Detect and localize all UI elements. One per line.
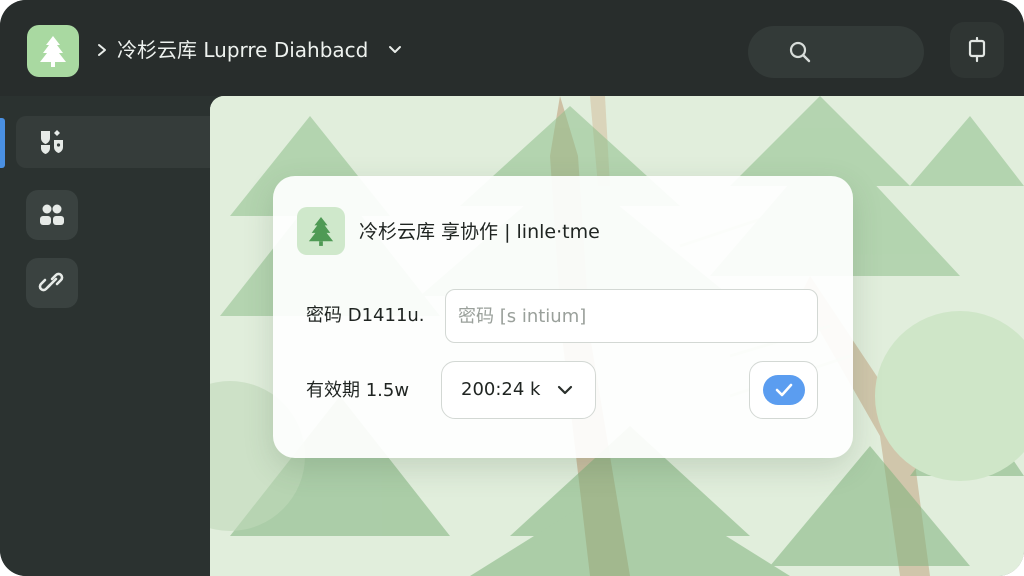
confirm-button[interactable] [749,361,818,419]
link-icon [38,272,64,292]
shield-grid-icon [41,130,63,154]
device-button[interactable] [950,22,1004,78]
sidebar-item-users[interactable] [26,190,78,240]
sidebar-active-indicator [0,118,5,168]
sidebar [0,96,210,576]
sidebar-item-security[interactable] [26,117,78,167]
title-dropdown-icon[interactable] [386,40,404,60]
top-bar: 冷杉云库 Luprre Diahbacd [0,0,1024,96]
expiry-select[interactable]: 200:24 k [441,361,596,419]
check-icon [775,383,792,397]
search-button[interactable] [748,26,924,78]
search-icon [789,41,811,63]
breadcrumb-chevron-icon [94,38,110,62]
chevron-down-icon [557,385,573,395]
sidebar-item-links[interactable] [26,258,78,308]
expiry-label: 有效期 1.5w [306,380,410,401]
device-icon [968,37,986,63]
expiry-value: 200:24 k [461,379,541,400]
fir-tree-icon [308,217,334,246]
users-icon [40,204,64,225]
page-title: 冷杉云库 Luprre Diahbacd [117,38,369,62]
fir-tree-icon [40,36,66,67]
password-input[interactable] [445,289,818,343]
password-label: 密码 D1411u. [306,305,425,326]
confirm-badge [762,375,805,405]
share-dialog: 冷杉云库 享协作 | linle·tme 密码 D1411u. 有效期 1.5w… [273,176,853,458]
app-logo[interactable] [27,25,79,77]
dialog-logo [297,207,345,255]
app-window: 冷杉云库 Luprre Diahbacd 冷杉云库 享协作 | linle·tm… [0,0,1024,576]
dialog-title: 冷杉云库 享协作 | linle·tme [359,221,600,243]
